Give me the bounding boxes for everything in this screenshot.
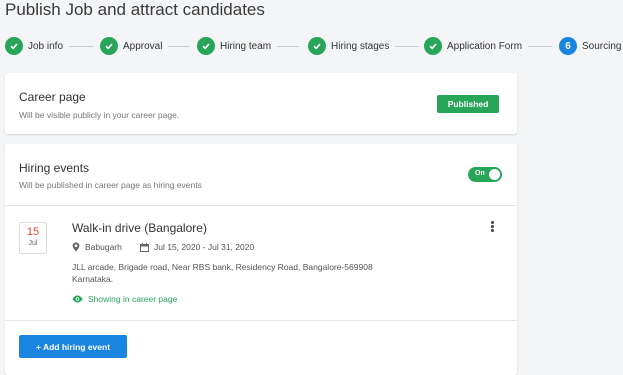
step-application-form[interactable]: Application Form — [424, 35, 553, 57]
step-connector — [277, 45, 300, 47]
event-dates-text: Jul 15, 2020 - Jul 31, 2020 — [154, 242, 255, 252]
hiring-events-subtitle: Will be published in career page as hiri… — [19, 180, 202, 190]
event-location: Babugarh — [72, 242, 122, 252]
step-label: Hiring stages — [331, 40, 390, 52]
location-pin-icon — [72, 242, 80, 252]
step-label: Job info — [28, 40, 64, 52]
check-icon — [197, 37, 215, 55]
step-connector — [528, 45, 553, 47]
check-icon — [424, 37, 442, 55]
step-number: 6 — [559, 37, 577, 55]
event-visibility: Showing in career page — [72, 294, 177, 304]
hiring-events-toggle[interactable]: On — [468, 167, 502, 182]
more-options-icon[interactable] — [491, 221, 495, 233]
step-label: Approval — [123, 40, 163, 52]
toggle-label: On — [475, 170, 485, 177]
career-page-subtitle: Will be visible publicly in your career … — [19, 110, 180, 120]
event-day: 15 — [26, 226, 40, 238]
event-title[interactable]: Walk-in drive (Bangalore) — [72, 221, 207, 235]
hiring-events-title: Hiring events — [19, 161, 90, 175]
divider — [5, 320, 517, 321]
step-job-info[interactable]: Job info — [5, 35, 95, 57]
published-button[interactable]: Published — [437, 95, 499, 113]
step-connector — [168, 45, 191, 47]
eye-icon — [72, 295, 83, 303]
event-date-badge: 15 Jul — [19, 222, 47, 254]
event-month: Jul — [28, 240, 38, 247]
event-address-line2: Karnataka. — [72, 274, 114, 284]
event-visibility-text: Showing in career page — [88, 294, 178, 304]
stepper: Job info Approval Hiring team Hiring sta… — [5, 35, 623, 57]
check-icon — [5, 37, 23, 55]
hiring-events-card: Hiring events Will be published in caree… — [5, 144, 517, 375]
step-approval[interactable]: Approval — [100, 35, 191, 57]
step-connector — [395, 45, 420, 47]
calendar-icon — [140, 242, 149, 252]
step-sourcing[interactable]: 6 Sourcing — [559, 35, 621, 57]
career-page-title: Career page — [19, 90, 86, 104]
step-label: Application Form — [447, 40, 523, 52]
page-title: Publish Job and attract candidates — [5, 0, 265, 19]
step-hiring-team[interactable]: Hiring team — [197, 35, 300, 57]
toggle-knob — [489, 169, 500, 180]
event-location-text: Babugarh — [85, 242, 122, 252]
event-address-line1: JLL arcade, Brigade road, Near RBS bank,… — [72, 262, 373, 272]
event-address: JLL arcade, Brigade road, Near RBS bank,… — [72, 261, 412, 285]
add-hiring-event-button[interactable]: + Add hiring event — [19, 335, 127, 358]
event-dates: Jul 15, 2020 - Jul 31, 2020 — [140, 242, 254, 252]
divider — [5, 205, 517, 206]
check-icon — [100, 37, 118, 55]
step-hiring-stages[interactable]: Hiring stages — [308, 35, 420, 57]
check-icon — [308, 37, 326, 55]
career-page-card: Career page Will be visible publicly in … — [5, 73, 517, 134]
step-label: Sourcing — [582, 40, 622, 52]
step-label: Hiring team — [220, 40, 272, 52]
step-connector — [69, 45, 95, 47]
